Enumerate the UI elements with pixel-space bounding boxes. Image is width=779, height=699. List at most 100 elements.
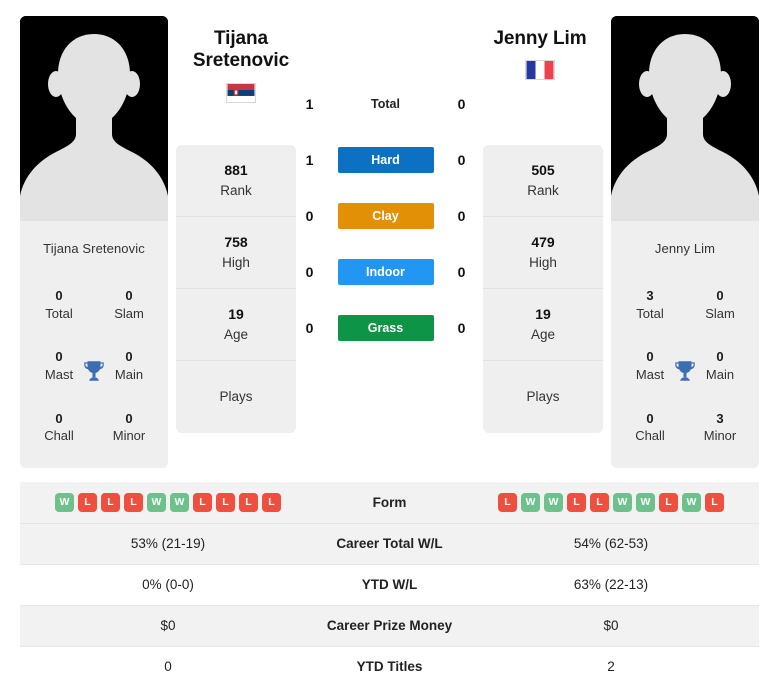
trophy-stat-minor: 3 Minor [685,397,755,458]
comparison-stats-table: WLLLWWLLLL Form LWWLLWWLWL 53% (21-19) C… [20,482,759,687]
form-badge-win: W [55,492,74,512]
form-badge-win: W [170,492,189,512]
h2h-left-score: 0 [305,208,314,224]
row-label-career-total-wl: Career Total W/L [316,522,463,564]
form-badge-loss: L [705,492,724,512]
trophy-stat-chall: 0 Chall [24,397,94,458]
row-label-ytd-wl: YTD W/L [316,563,463,605]
table-row-ytd-titles: 0 YTD Titles 2 [20,645,759,687]
h2h-row-grass: 0 Grass 0 [301,300,471,356]
rank-value: 19 [535,305,551,322]
left-form-cell: WLLLWWLLLL [20,482,316,523]
trophy-stat-slam: 0 Slam [94,274,164,335]
trophy-label: Chall [635,428,665,444]
left-player-avatar [20,16,168,221]
h2h-left-score: 0 [305,264,314,280]
left-trophy-grid: 0 Total 0 Slam 0 Mast 0 Main 0 Chall 0 M… [20,274,168,468]
trophy-label: Total [45,305,73,321]
trophy-label: Slam [114,305,144,321]
right-form-badges: LWWLLWWLWL [463,492,759,512]
trophy-icon [675,361,695,381]
form-badge-loss: L [101,492,120,512]
rank-label: Age [530,326,556,342]
form-badge-win: W [613,492,632,512]
table-row-career-total-wl: 53% (21-19) Career Total W/L 54% (62-53) [20,522,759,564]
trophy-stat-slam: 0 Slam [685,274,755,335]
trophy-value: 0 [55,349,63,365]
trophy-stat-total: 3 Total [615,274,685,335]
form-badge-loss: L [216,492,235,512]
h2h-row-clay: 0 Clay 0 [301,188,471,244]
form-badge-loss: L [262,492,281,512]
form-badge-win: W [521,492,540,512]
rank-label: Rank [527,182,559,198]
right-rank-stack: 505 Rank 479 High 19 Age Plays [483,145,603,433]
rank-label: Age [223,326,249,342]
trophy-value: 0 [646,349,654,365]
rank-label: High [529,254,557,270]
trophy-label: Main [114,366,144,382]
right-ytd-wl: 63% (22-13) [463,563,759,605]
h2h-right-score: 0 [457,320,466,336]
left-player-name-line1: Tijana [214,28,268,49]
left-player-card[interactable]: Tijana Sretenovic 0 Total 0 Slam 0 Mast … [20,16,168,468]
form-badge-loss: L [124,492,143,512]
trophy-label: Total [636,305,664,321]
trophy-label: Minor [703,428,737,444]
left-player-name-line2: Sretenovic [192,50,290,72]
h2h-surface-badge-clay[interactable]: Clay [337,203,434,229]
form-badge-win: W [147,492,166,512]
rank-label: Plays [526,388,560,404]
player-comparison-header: Tijana Sretenovic 0 Total 0 Slam 0 Mast … [0,0,779,470]
right-avatar-name: Jenny Lim [654,241,716,256]
trophy-value: 0 [125,349,133,365]
h2h-surface-badge-grass[interactable]: Grass [337,315,434,341]
h2h-left-score: 1 [305,152,314,168]
right-rank-column: 505 Rank 479 High 19 Age Plays [483,16,603,470]
form-badge-loss: L [659,492,678,512]
h2h-surface-label-total: Total [371,97,400,111]
left-form-badges: WLLLWWLLLL [20,492,316,512]
rank-value: 479 [531,233,555,250]
right-form-cell: LWWLLWWLWL [463,482,759,523]
h2h-row-total: 1 Total 0 [301,76,471,132]
trophy-stat-chall: 0 Chall [615,397,685,458]
trophy-value: 0 [125,288,133,304]
form-badge-loss: L [567,492,586,512]
rank-value: 19 [228,305,244,322]
trophy-value: 0 [646,410,654,426]
row-label-career-prize-money: Career Prize Money [316,604,463,646]
right-player-card[interactable]: Jenny Lim 3 Total 0 Slam 0 Mast 0 Main 0… [611,16,759,468]
h2h-right-score: 0 [457,208,466,224]
player-avatar-placeholder-icon [611,16,759,221]
rank-value: 505 [531,161,555,178]
trophy-stat-total: 0 Total [24,274,94,335]
trophy-icon [84,361,104,381]
h2h-row-indoor: 0 Indoor 0 [301,244,471,300]
rank-value: 758 [224,233,248,250]
left-player-column: Tijana Sretenovic 0 Total 0 Slam 0 Mast … [20,16,168,470]
h2h-surface-badge-hard[interactable]: Hard [337,147,434,173]
form-badge-loss: L [498,492,517,512]
form-badge-loss: L [239,492,258,512]
trophy-label: Main [705,366,735,382]
rank-stat-rank: 505 Rank [483,145,603,217]
trophy-label: Chall [44,428,74,444]
flag-serbia-icon [226,82,256,103]
right-player-name-line1: Jenny Lim [493,28,587,49]
h2h-row-hard: 1 Hard 0 [301,132,471,188]
trophy-stat-minor: 0 Minor [94,397,164,458]
form-badge-loss: L [590,492,609,512]
rank-stat-rank: 881 Rank [176,145,296,217]
table-row-career-prize-money: $0 Career Prize Money $0 [20,604,759,646]
h2h-right-score: 0 [457,264,466,280]
rank-stat-age: 19 Age [176,289,296,361]
rank-stat-age: 19 Age [483,289,603,361]
trophy-value: 0 [716,349,724,365]
form-badge-win: W [544,492,563,512]
trophy-value: 3 [716,410,724,426]
trophy-label: Mast [635,366,665,382]
h2h-surface-badge-indoor[interactable]: Indoor [337,259,434,285]
left-avatar-name: Tijana Sretenovic [43,241,145,256]
rank-stat-plays: Plays [176,361,296,433]
